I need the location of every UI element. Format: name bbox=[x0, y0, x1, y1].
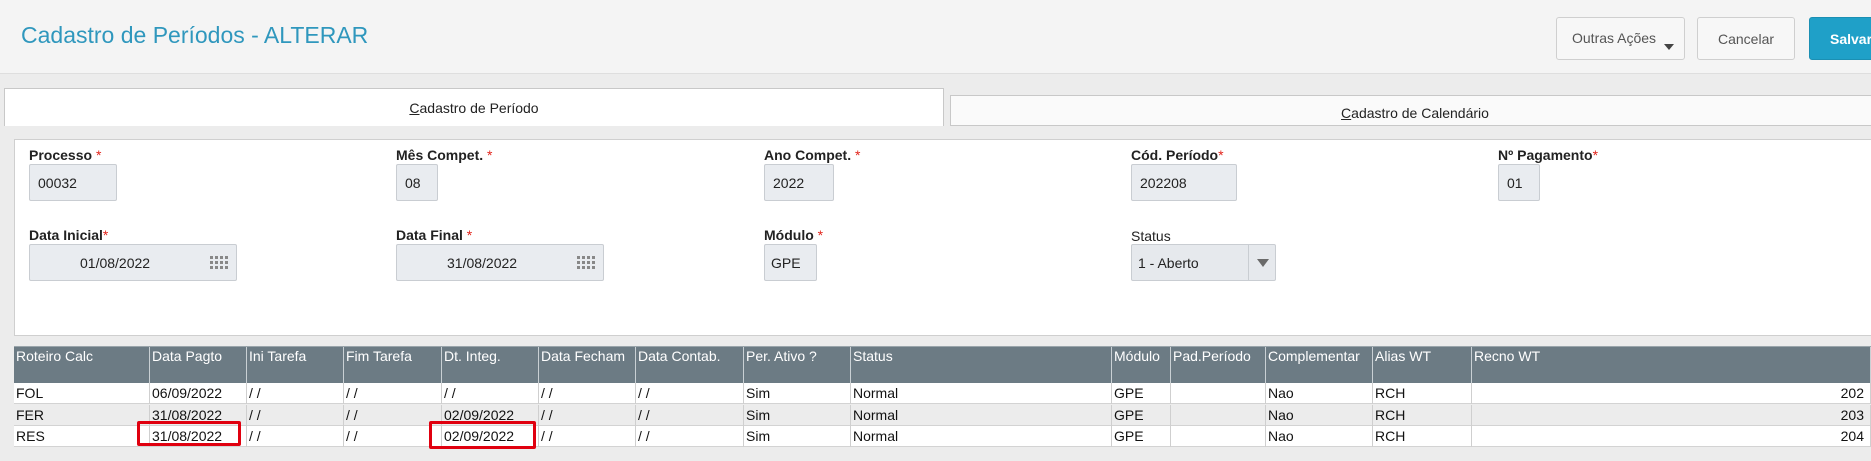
grid-header: Roteiro Calc Data Pagto Ini Tarefa Fim Tare… bbox=[14, 346, 1871, 384]
cell-data-fecham[interactable]: / / bbox=[539, 383, 636, 404]
status-value: 1 - Aberto bbox=[1138, 255, 1199, 271]
status-label: Status bbox=[1131, 228, 1171, 244]
table-row[interactable]: RES 31/08/2022 / / / /02/09/2022 / / / / S… bbox=[14, 426, 1871, 447]
cell-complementar[interactable]: Nao bbox=[1266, 405, 1373, 426]
column-header-dt-integ[interactable]: Dt. Integ. bbox=[442, 347, 539, 384]
processo-field[interactable]: 00032 bbox=[29, 164, 117, 201]
tab-label-mnemonic: C bbox=[409, 100, 420, 116]
cell-pad-periodo[interactable] bbox=[1171, 426, 1266, 447]
save-button[interactable]: Salvar bbox=[1809, 17, 1871, 60]
more-actions-label: Outras Ações bbox=[1572, 30, 1657, 46]
cell-modulo[interactable]: GPE bbox=[1112, 405, 1171, 426]
cell-status[interactable]: Normal bbox=[851, 405, 1112, 426]
column-header-ini-tarefa[interactable]: Ini Tarefa bbox=[247, 347, 344, 384]
tab-cadastro-calendario[interactable]: Cadastro de Calendário bbox=[950, 95, 1871, 126]
column-header-pad-periodo[interactable]: Pad.Período bbox=[1171, 347, 1266, 384]
n-pagamento-field[interactable]: 01 bbox=[1498, 164, 1540, 201]
column-header-fim-tarefa[interactable]: Fim Tarefa bbox=[344, 347, 442, 384]
table-row[interactable]: FER 31/08/2022 / / / /02/09/2022 / / / / S… bbox=[14, 405, 1871, 426]
cell-recno-wt[interactable]: 204 bbox=[1472, 426, 1871, 447]
cell-fim-tarefa[interactable]: / / bbox=[344, 426, 442, 447]
n-pagamento-label: Nº Pagamento* bbox=[1498, 147, 1599, 163]
ano-compet-label: Ano Compet. * bbox=[764, 147, 861, 163]
chevron-down-icon[interactable] bbox=[1248, 245, 1275, 280]
cell-modulo[interactable]: GPE bbox=[1112, 426, 1171, 447]
data-inicial-field[interactable]: 01/08/2022 bbox=[29, 244, 237, 281]
processo-label: Processo * bbox=[29, 147, 102, 163]
cod-periodo-label: Cód. Período* bbox=[1131, 147, 1224, 163]
cell-complementar[interactable]: Nao bbox=[1266, 383, 1373, 404]
cell-complementar[interactable]: Nao bbox=[1266, 426, 1373, 447]
column-header-data-contab[interactable]: Data Contab. bbox=[636, 347, 744, 384]
chevron-down-icon bbox=[1664, 44, 1674, 50]
cell-recno-wt[interactable]: 203 bbox=[1472, 405, 1871, 426]
tab-cadastro-periodo[interactable]: Cadastro de Período bbox=[4, 88, 944, 126]
tab-label: adastro de Período bbox=[419, 100, 539, 116]
mes-compet-label: Mês Compet. * bbox=[396, 147, 493, 163]
tab-label: adastro de Calendário bbox=[1351, 105, 1489, 121]
cell-dt-integ[interactable]: / / bbox=[442, 383, 539, 404]
cell-ini-tarefa[interactable]: / / bbox=[247, 405, 344, 426]
cell-data-pagto[interactable]: 06/09/2022 bbox=[150, 383, 247, 404]
period-form: Processo * 00032 Mês Compet. * 08 Ano Co… bbox=[14, 139, 1871, 336]
cell-data-fecham[interactable]: / / bbox=[539, 426, 636, 447]
table-row[interactable]: FOL 06/09/2022 / / / / / / / / / / Sim Norm… bbox=[14, 383, 1871, 404]
cell-pad-periodo[interactable] bbox=[1171, 383, 1266, 404]
column-header-roteiro-calc[interactable]: Roteiro Calc bbox=[14, 347, 150, 384]
cod-periodo-field[interactable]: 202208 bbox=[1131, 164, 1237, 201]
data-final-field[interactable]: 31/08/2022 bbox=[396, 244, 604, 281]
column-header-complementar[interactable]: Complementar bbox=[1266, 347, 1373, 384]
cell-per-ativo[interactable]: Sim bbox=[744, 405, 851, 426]
cell-modulo[interactable]: GPE bbox=[1112, 383, 1171, 404]
cell-data-contab[interactable]: / / bbox=[636, 383, 744, 404]
cell-status[interactable]: Normal bbox=[851, 426, 1112, 447]
modulo-field[interactable]: GPE bbox=[764, 244, 817, 281]
column-header-per-ativo[interactable]: Per. Ativo ? bbox=[744, 347, 851, 384]
column-header-recno-wt[interactable]: Recno WT bbox=[1472, 347, 1871, 384]
cell-pad-periodo[interactable] bbox=[1171, 405, 1266, 426]
calendar-icon[interactable] bbox=[210, 256, 229, 270]
data-final-value: 31/08/2022 bbox=[447, 255, 518, 271]
data-inicial-value: 01/08/2022 bbox=[80, 255, 151, 271]
column-header-status[interactable]: Status bbox=[851, 347, 1112, 384]
cell-roteiro-calc[interactable]: RES bbox=[14, 426, 150, 447]
page-title: Cadastro de Períodos - ALTERAR bbox=[21, 22, 369, 48]
cell-roteiro-calc[interactable]: FER bbox=[14, 405, 150, 426]
cell-data-contab[interactable]: / / bbox=[636, 426, 744, 447]
cell-alias-wt[interactable]: RCH bbox=[1373, 426, 1472, 447]
cell-ini-tarefa[interactable]: / / bbox=[247, 383, 344, 404]
cell-alias-wt[interactable]: RCH bbox=[1373, 383, 1472, 404]
cell-ini-tarefa[interactable]: / / bbox=[247, 426, 344, 447]
highlight-dt-integ bbox=[429, 421, 536, 449]
mes-compet-field[interactable]: 08 bbox=[396, 164, 438, 201]
cell-fim-tarefa[interactable]: / / bbox=[344, 383, 442, 404]
status-select[interactable]: 1 - Aberto bbox=[1131, 244, 1276, 281]
data-inicial-label: Data Inicial* bbox=[29, 227, 109, 243]
more-actions-button[interactable]: Outras Ações bbox=[1556, 17, 1685, 60]
page-header: Cadastro de Períodos - ALTERAR Outras Aç… bbox=[0, 0, 1871, 74]
column-header-modulo[interactable]: Módulo bbox=[1112, 347, 1171, 384]
data-final-label: Data Final * bbox=[396, 227, 473, 243]
cell-roteiro-calc[interactable]: FOL bbox=[14, 383, 150, 404]
cell-data-fecham[interactable]: / / bbox=[539, 405, 636, 426]
cell-recno-wt[interactable]: 202 bbox=[1472, 383, 1871, 404]
modulo-label: Módulo * bbox=[764, 227, 824, 243]
cell-per-ativo[interactable]: Sim bbox=[744, 426, 851, 447]
column-header-alias-wt[interactable]: Alias WT bbox=[1373, 347, 1472, 384]
highlight-data-pagto bbox=[137, 421, 241, 446]
cell-per-ativo[interactable]: Sim bbox=[744, 383, 851, 404]
calendar-icon[interactable] bbox=[577, 256, 596, 270]
tab-label-mnemonic: C bbox=[1341, 105, 1352, 121]
column-header-data-pagto[interactable]: Data Pagto bbox=[150, 347, 247, 384]
cell-data-contab[interactable]: / / bbox=[636, 405, 744, 426]
cancel-button[interactable]: Cancelar bbox=[1697, 17, 1795, 60]
ano-compet-field[interactable]: 2022 bbox=[764, 164, 834, 201]
column-header-data-fecham[interactable]: Data Fecham bbox=[539, 347, 636, 384]
cell-status[interactable]: Normal bbox=[851, 383, 1112, 404]
cell-alias-wt[interactable]: RCH bbox=[1373, 405, 1472, 426]
cell-fim-tarefa[interactable]: / / bbox=[344, 405, 442, 426]
